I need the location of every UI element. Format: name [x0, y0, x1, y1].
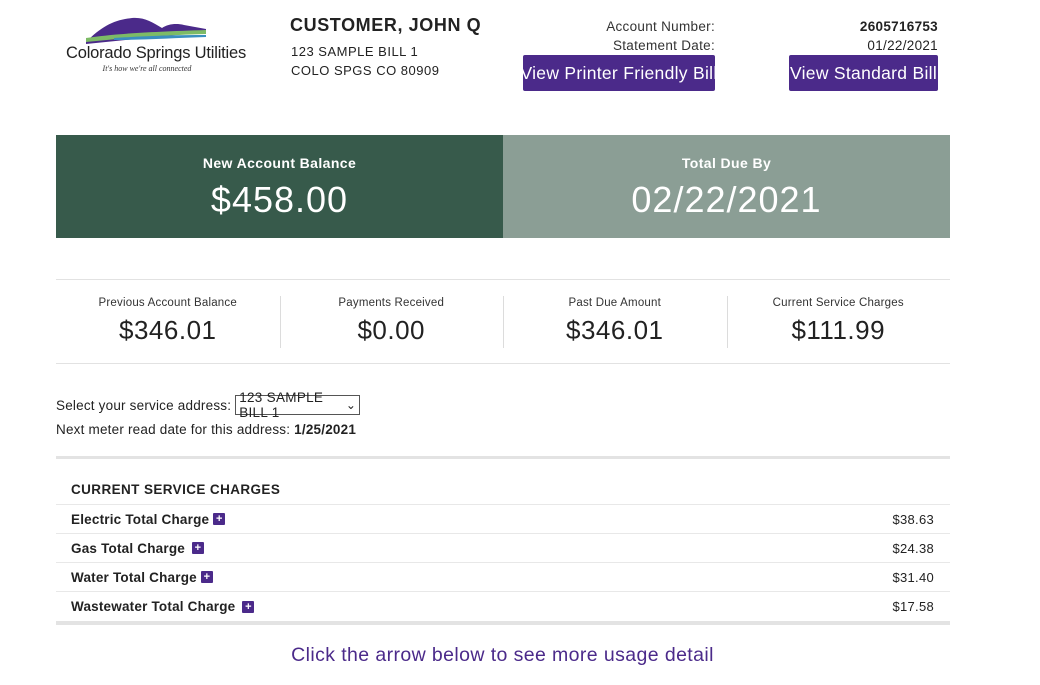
charge-name: Water Total Charge: [71, 569, 197, 585]
view-printer-friendly-bill-button[interactable]: View Printer Friendly Bill: [520, 55, 717, 91]
summary-value: $0.00: [357, 315, 426, 345]
logo-company-name: Colorado Springs Utilities: [66, 44, 247, 62]
balance-banner: New Account Balance $458.00 Total Due By…: [56, 135, 950, 238]
meter-read-date: 1/25/2021: [294, 422, 357, 437]
expand-plus-icon[interactable]: +: [191, 542, 204, 554]
mountain-logo-icon: [86, 17, 206, 44]
charge-row-wastewater: Wastewater Total Charge + $17.58: [56, 592, 950, 621]
new-account-balance-value: $458.00: [210, 179, 349, 220]
summary-label: Current Service Charges: [772, 297, 904, 309]
customer-address-line2: COLO SPGS CO 80909: [291, 63, 440, 78]
account-number-label: Account Number:: [606, 19, 715, 34]
charge-amount: $31.40: [892, 569, 934, 585]
view-standard-bill-button[interactable]: View Standard Bill: [789, 55, 938, 91]
charge-name-cell: Wastewater Total Charge +: [71, 599, 255, 614]
total-due-by-value: 02/22/2021: [631, 179, 822, 220]
charge-name-cell: Water Total Charge +: [71, 570, 213, 585]
charge-name-cell: Gas Total Charge +: [71, 541, 204, 556]
account-number-value: 2605716753: [859, 19, 938, 34]
summary-previous-balance: Previous Account Balance $346.01: [56, 280, 280, 363]
meter-read-row: Next meter read date for this address: 1…: [56, 422, 356, 437]
summary-payments-received: Payments Received $0.00: [279, 280, 504, 363]
summary-label: Previous Account Balance: [98, 297, 237, 309]
service-address-selected: 123 SAMPLE BILL 1: [239, 390, 324, 420]
summary-value: $111.99: [791, 315, 886, 345]
charge-amount: $38.63: [892, 511, 934, 527]
expand-plus-icon[interactable]: +: [200, 571, 213, 583]
expand-arrow-icon[interactable]: ⌄ ⌄: [480, 680, 507, 685]
more-usage-detail-link[interactable]: Click the arrow below to see more usage …: [0, 644, 1005, 667]
customer-name: CUSTOMER, JOHN Q: [290, 15, 482, 35]
charge-amount: $17.58: [892, 599, 934, 614]
meter-read-label: Next meter read date for this address:: [56, 422, 291, 437]
summary-label: Payments Received: [338, 297, 445, 309]
charge-amount: $24.38: [892, 540, 934, 556]
total-due-by-panel: Total Due By 02/22/2021: [503, 135, 950, 238]
summary-label: Past Due Amount: [568, 297, 661, 309]
statement-date-label: Statement Date:: [612, 38, 715, 53]
summary-current-service-charges: Current Service Charges $111.99: [726, 280, 951, 363]
charge-row-gas: Gas Total Charge + $24.38: [56, 534, 950, 563]
summary-past-due-amount: Past Due Amount $346.01: [503, 280, 727, 363]
charge-row-electric: Electric Total Charge + $38.63: [56, 505, 950, 534]
service-address-row: Select your service address: 123 SAMPLE …: [56, 390, 361, 420]
charge-name: Gas Total Charge: [71, 540, 185, 556]
new-account-balance-panel: New Account Balance $458.00: [56, 135, 503, 238]
charges-title: CURRENT SERVICE CHARGES: [56, 459, 950, 505]
expand-plus-icon[interactable]: +: [242, 600, 255, 613]
current-service-charges-table: CURRENT SERVICE CHARGES Electric Total C…: [56, 456, 950, 625]
account-summary: Previous Account Balance $346.01 Payment…: [56, 279, 950, 364]
service-address-select[interactable]: 123 SAMPLE BILL 1 ⌄: [235, 390, 361, 420]
logo-tagline: It's how we're all connected: [102, 64, 192, 73]
expand-plus-icon[interactable]: +: [213, 513, 226, 525]
new-account-balance-label: New Account Balance: [202, 155, 357, 171]
customer-address-line1: 123 SAMPLE BILL 1: [291, 44, 419, 59]
company-logo: Colorado Springs Utilities It's how we'r…: [66, 14, 247, 76]
service-address-label: Select your service address:: [56, 397, 232, 413]
chevron-down-icon: ⌄: [345, 398, 357, 412]
charge-name: Electric Total Charge: [71, 511, 210, 527]
summary-value: $346.01: [566, 315, 664, 345]
charge-row-water: Water Total Charge + $31.40: [56, 563, 950, 592]
charge-name: Wastewater Total Charge: [71, 599, 236, 614]
total-due-by-label: Total Due By: [681, 155, 772, 171]
statement-date-value: 01/22/2021: [867, 38, 938, 53]
summary-value: $346.01: [119, 315, 217, 345]
charge-name-cell: Electric Total Charge +: [71, 511, 226, 527]
